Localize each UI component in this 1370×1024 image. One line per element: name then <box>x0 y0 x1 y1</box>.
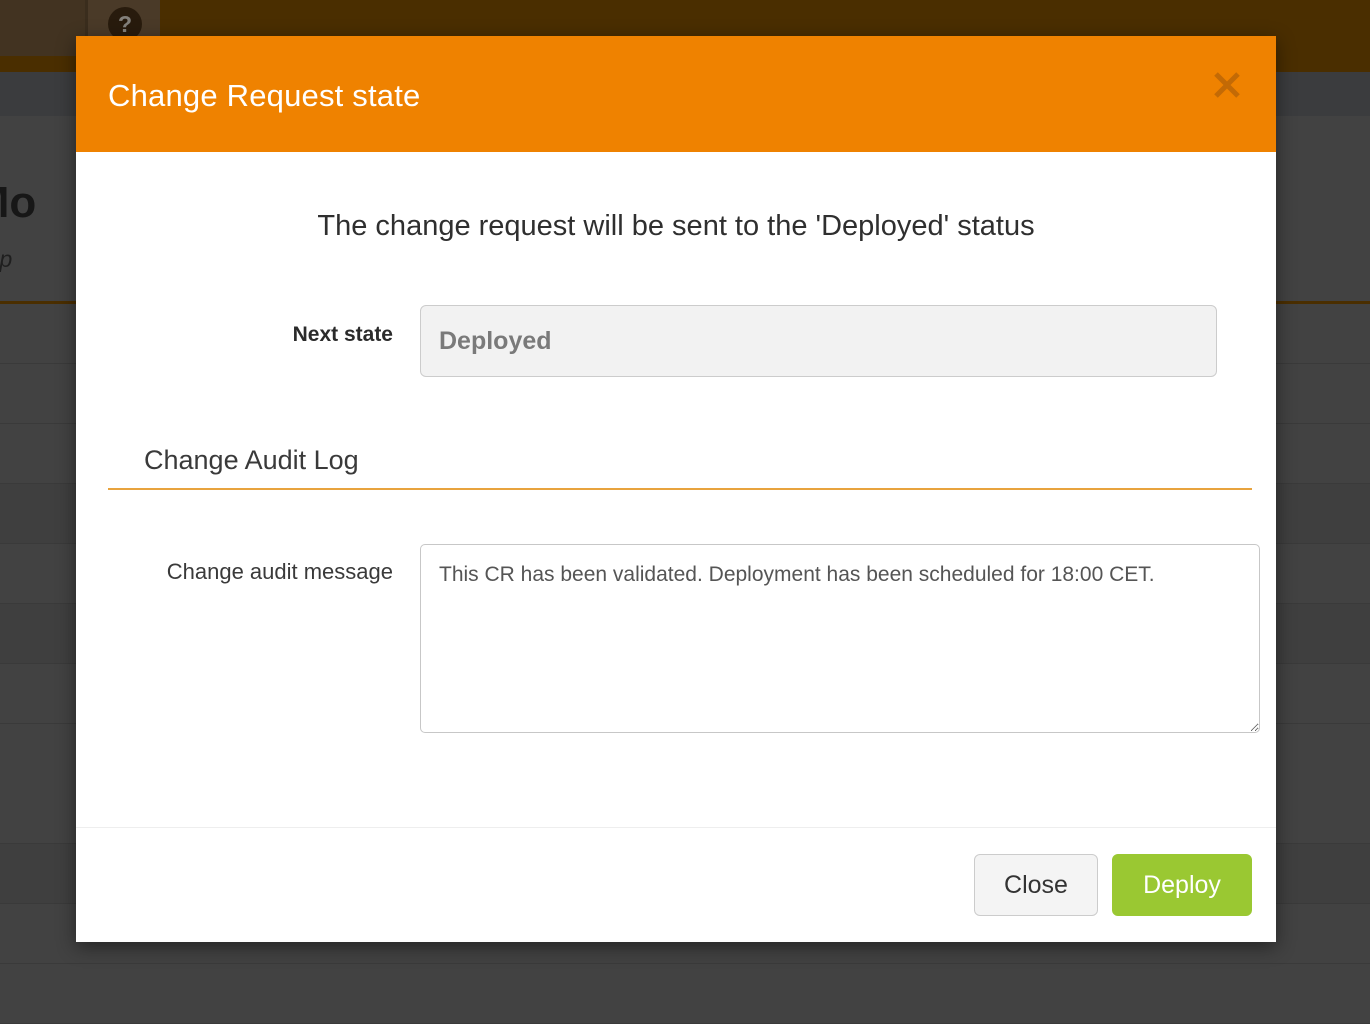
change-audit-message-field-wrapper <box>420 544 1260 738</box>
change-audit-log-section: Change Audit Log <box>108 445 1244 490</box>
close-button[interactable]: Close <box>974 854 1098 916</box>
next-state-label: Next state <box>108 305 420 349</box>
next-state-field-wrapper <box>420 305 1244 377</box>
dialog-title: Change Request state <box>108 78 421 114</box>
change-request-state-dialog: Change Request state The change request … <box>76 36 1276 942</box>
next-state-input[interactable] <box>420 305 1217 377</box>
change-audit-message-label: Change audit message <box>108 544 420 588</box>
dialog-footer: Close Deploy <box>76 827 1276 942</box>
change-audit-message-textarea[interactable] <box>420 544 1260 733</box>
close-icon[interactable] <box>1204 62 1250 108</box>
deploy-button[interactable]: Deploy <box>1112 854 1252 916</box>
dialog-intro-text: The change request will be sent to the '… <box>108 210 1244 243</box>
change-audit-log-divider <box>108 488 1252 490</box>
dialog-body: The change request will be sent to the '… <box>76 152 1276 827</box>
dialog-header: Change Request state <box>76 36 1276 152</box>
next-state-row: Next state <box>108 305 1244 377</box>
change-audit-message-row: Change audit message <box>108 544 1244 738</box>
change-audit-log-title: Change Audit Log <box>108 445 1244 488</box>
